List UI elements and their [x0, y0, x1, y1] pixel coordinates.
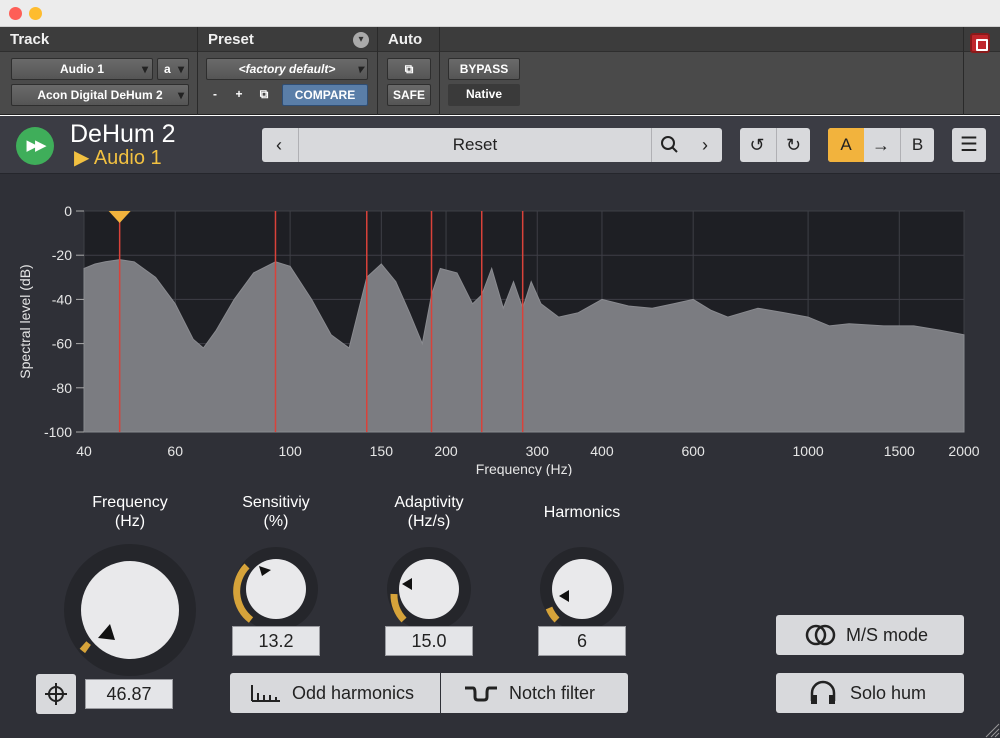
x-tick-label: 1500 — [884, 443, 915, 459]
x-axis-label: Frequency (Hz) — [476, 461, 572, 476]
ms-mode-label: M/S mode — [846, 625, 929, 645]
sensitivity-unit-text: (%) — [263, 513, 289, 530]
y-axis-label: Spectral level (dB) — [17, 264, 33, 378]
close-window-button[interactable] — [9, 7, 22, 20]
preset-minus-button[interactable]: - — [206, 84, 224, 106]
ms-mode-button[interactable]: M/S mode — [776, 615, 964, 655]
solo-hum-label: Solo hum — [850, 683, 927, 703]
y-tick-label: -60 — [52, 336, 72, 352]
y-tick-label: -20 — [52, 247, 72, 263]
y-tick-label: -80 — [52, 380, 72, 396]
notch-filter-icon-svg — [465, 686, 497, 702]
sensitivity-knob-cap — [246, 559, 306, 619]
auto-header: Auto — [378, 27, 439, 52]
sensitivity-label: Sensitiviy (%) — [216, 493, 336, 531]
preset-header: Preset — [198, 27, 377, 52]
solo-hum-button[interactable]: Solo hum — [776, 673, 964, 713]
preset-section: Preset ▾ <factory default> - + ⧉ COMPARE — [198, 27, 378, 115]
preset-selector[interactable]: <factory default> — [206, 58, 368, 80]
automation-icon[interactable]: ⧉ — [387, 58, 431, 80]
adaptivity-knob-cap — [399, 559, 459, 619]
y-tick-label: -100 — [44, 424, 72, 440]
frequency-label-text: Frequency — [92, 494, 168, 511]
harmonics-knob-cap — [552, 559, 612, 619]
sensitivity-value[interactable]: 13.2 — [232, 626, 320, 656]
frequency-label: Frequency (Hz) — [70, 493, 190, 531]
odd-harmonics-icon-svg — [251, 685, 280, 702]
copy-settings-icon[interactable]: ⧉ — [254, 84, 274, 106]
compare-button[interactable]: COMPARE — [282, 84, 368, 106]
adaptivity-value[interactable]: 15.0 — [385, 626, 473, 656]
headphones-icon — [808, 673, 838, 727]
frequency-value[interactable]: 46.87 — [85, 679, 173, 709]
insert-selector[interactable]: Acon Digital DeHum 2 — [11, 84, 189, 106]
preset-plus-button[interactable]: + — [230, 84, 248, 106]
x-tick-label: 1000 — [793, 443, 824, 459]
track-selector[interactable]: Audio 1 — [11, 58, 153, 80]
window-titlebar — [0, 0, 1000, 27]
odd-harmonics-button[interactable]: Odd harmonics — [230, 673, 440, 713]
sensitivity-knob[interactable] — [233, 546, 319, 632]
adaptivity-label: Adaptivity (Hz/s) — [369, 493, 489, 531]
minimize-window-button[interactable] — [29, 7, 42, 20]
y-tick-label: -40 — [52, 291, 72, 307]
plugin-window: ▶▶ DeHum 2 ▶ Audio 1 ‹ Reset › ↺ ↻ A → B… — [0, 116, 1000, 738]
x-tick-label: 150 — [370, 443, 394, 459]
auto-section: Auto ⧉ SAFE — [378, 27, 440, 115]
notch-filter-label: Notch filter — [509, 683, 596, 703]
odd-harmonics-icon — [248, 673, 284, 727]
ms-mode-icon — [804, 615, 838, 669]
x-tick-label: 2000 — [948, 443, 979, 459]
adaptivity-knob[interactable] — [386, 546, 472, 632]
x-tick-label: 60 — [167, 443, 183, 459]
harmonics-value[interactable]: 6 — [538, 626, 626, 656]
x-tick-label: 300 — [526, 443, 550, 459]
x-tick-label: 400 — [590, 443, 614, 459]
track-section: Track Audio 1 a Acon Digital DeHum 2 — [0, 27, 198, 115]
native-label: Native — [448, 84, 520, 106]
bypass-header-bar — [440, 27, 963, 52]
x-tick-label: 200 — [434, 443, 458, 459]
close-plugin-icon[interactable] — [970, 33, 990, 53]
channel-selector[interactable]: a — [157, 58, 189, 80]
host-plugin-header: Track Audio 1 a Acon Digital DeHum 2 Pre… — [0, 27, 1000, 115]
y-tick-label: 0 — [64, 203, 72, 219]
preset-menu-icon[interactable]: ▾ — [353, 32, 369, 48]
x-tick-label: 100 — [278, 443, 302, 459]
harmonics-label: Harmonics — [543, 504, 621, 521]
frequency-knob-cap — [81, 561, 179, 659]
safe-button[interactable]: SAFE — [387, 84, 431, 106]
spectrum-chart: 0 -20 -40 -60 -80 -10040 60 100 150 200 300 400 600 1… — [17, 203, 980, 476]
bypass-button[interactable]: BYPASS — [448, 58, 520, 80]
frequency-knob[interactable] — [62, 542, 198, 678]
target-icon-svg — [45, 683, 67, 705]
notch-filter-button[interactable]: Notch filter — [441, 673, 628, 713]
bypass-section: BYPASS Native — [440, 27, 964, 115]
sensitivity-label-text: Sensitiviy — [242, 494, 310, 511]
harmonics-knob[interactable] — [539, 546, 625, 632]
x-tick-label: 40 — [76, 443, 92, 459]
adaptivity-label-text: Adaptivity — [394, 494, 464, 511]
ms-mode-icon-svg — [805, 624, 836, 646]
frequency-knob-arc — [79, 641, 91, 654]
resize-grip-icon[interactable] — [980, 718, 1000, 738]
odd-harmonics-label: Odd harmonics — [292, 683, 415, 703]
track-header: Track — [0, 27, 197, 52]
notch-filter-icon — [463, 673, 499, 727]
headphones-icon-svg — [810, 680, 836, 704]
target-icon[interactable] — [36, 674, 76, 714]
frequency-unit-text: (Hz) — [114, 513, 146, 530]
adaptivity-unit-text: (Hz/s) — [407, 513, 451, 530]
x-tick-label: 600 — [681, 443, 705, 459]
chart-root: 0 -20 -40 -60 -80 -10040 60 100 150 200 300 400 600 1… — [17, 203, 980, 476]
